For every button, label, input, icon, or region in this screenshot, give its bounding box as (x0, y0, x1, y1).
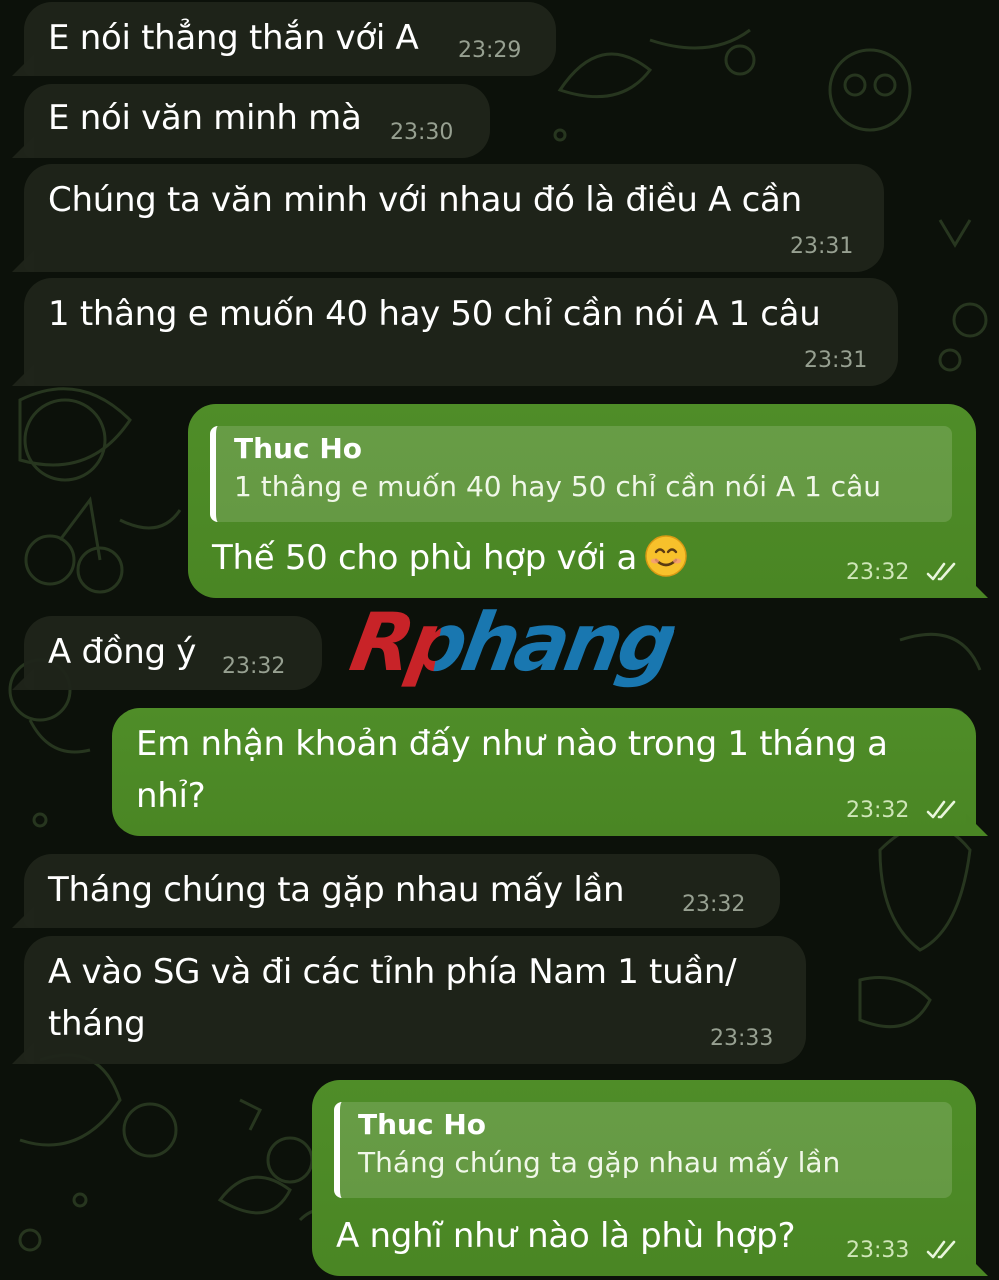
message-bubble-incoming[interactable]: A đồng ý 23:32 (12, 616, 322, 690)
message-time: 23:30 (390, 120, 454, 145)
reply-quoted-text: Tháng chúng ta gặp nhau mấy lần (358, 1146, 841, 1179)
message-text-content: Thế 50 cho phù hợp với a (212, 538, 638, 578)
bubble-tail (966, 814, 988, 836)
message-bubble-incoming[interactable]: Tháng chúng ta gặp nhau mấy lần 23:32 (12, 854, 780, 928)
read-double-check-icon (926, 562, 956, 581)
message-text: E nói văn minh mà (48, 98, 362, 138)
message-text-line-2: nhỉ? (136, 776, 206, 816)
bubble-tail (12, 668, 34, 690)
message-text: A nghĩ như nào là phù hợp? (336, 1216, 796, 1256)
message-bubble-outgoing[interactable]: Thuc Ho 1 thâng e muốn 40 hay 50 chỉ cần… (188, 404, 988, 598)
reply-sender-name: Thuc Ho (234, 432, 362, 465)
watermark-logo: Rphang (343, 596, 681, 689)
message-text-line-2: tháng (48, 1004, 146, 1044)
message-text: 1 thâng e muốn 40 hay 50 chỉ cần nói A 1… (48, 294, 821, 334)
read-double-check-icon (926, 1240, 956, 1259)
message-time: 23:32 (222, 654, 286, 679)
message-text-line-1: A vào SG và đi các tỉnh phía Nam 1 tuần/ (48, 952, 737, 992)
bubble-tail (12, 1042, 34, 1064)
read-double-check-icon (926, 800, 956, 819)
message-time: 23:32 (846, 560, 910, 585)
message-text: Chúng ta văn minh với nhau đó là điều A … (48, 180, 802, 220)
message-time: 23:33 (710, 1026, 774, 1051)
message-bubble-outgoing[interactable]: Thuc Ho Tháng chúng ta gặp nhau mấy lần … (312, 1080, 988, 1276)
message-time: 23:31 (804, 348, 868, 373)
bubble-tail (12, 250, 34, 272)
message-text: Thế 50 cho phù hợp với a (212, 532, 687, 584)
bubble-tail (12, 906, 34, 928)
message-bubble-incoming[interactable]: E nói văn minh mà 23:30 (12, 84, 490, 158)
message-bubble-outgoing[interactable]: Em nhận khoản đấy như nào trong 1 tháng … (112, 708, 988, 836)
reply-sender-name: Thuc Ho (358, 1108, 486, 1141)
bubble-tail (12, 364, 34, 386)
bubble-tail (966, 1254, 988, 1276)
bubble-tail (12, 54, 34, 76)
bubble-tail (12, 136, 34, 158)
chat-message-list[interactable]: E nói thẳng thắn với A 23:29 E nói văn m… (0, 0, 999, 1280)
reply-quote[interactable]: Thuc Ho Tháng chúng ta gặp nhau mấy lần (334, 1102, 952, 1198)
message-time: 23:32 (846, 798, 910, 823)
message-time: 23:29 (458, 38, 522, 63)
message-bubble-incoming[interactable]: 1 thâng e muốn 40 hay 50 chỉ cần nói A 1… (12, 278, 898, 386)
message-time: 23:32 (682, 892, 746, 917)
message-text: E nói thẳng thắn với A (48, 18, 419, 58)
message-text: Tháng chúng ta gặp nhau mấy lần (48, 870, 625, 910)
message-bubble-incoming[interactable]: E nói thẳng thắn với A 23:29 (12, 2, 556, 76)
message-time: 23:31 (790, 234, 854, 259)
message-bubble-incoming[interactable]: A vào SG và đi các tỉnh phía Nam 1 tuần/… (12, 936, 806, 1064)
reply-quoted-text: 1 thâng e muốn 40 hay 50 chỉ cần nói A 1… (234, 470, 882, 503)
message-time: 23:33 (846, 1238, 910, 1263)
smiling-face-emoji-icon (645, 535, 687, 577)
message-bubble-incoming[interactable]: Chúng ta văn minh với nhau đó là điều A … (12, 164, 884, 272)
bubble-tail (966, 576, 988, 598)
reply-quote[interactable]: Thuc Ho 1 thâng e muốn 40 hay 50 chỉ cần… (210, 426, 952, 522)
message-text: A đồng ý (48, 632, 197, 672)
message-text-line-1: Em nhận khoản đấy như nào trong 1 tháng … (136, 724, 888, 764)
